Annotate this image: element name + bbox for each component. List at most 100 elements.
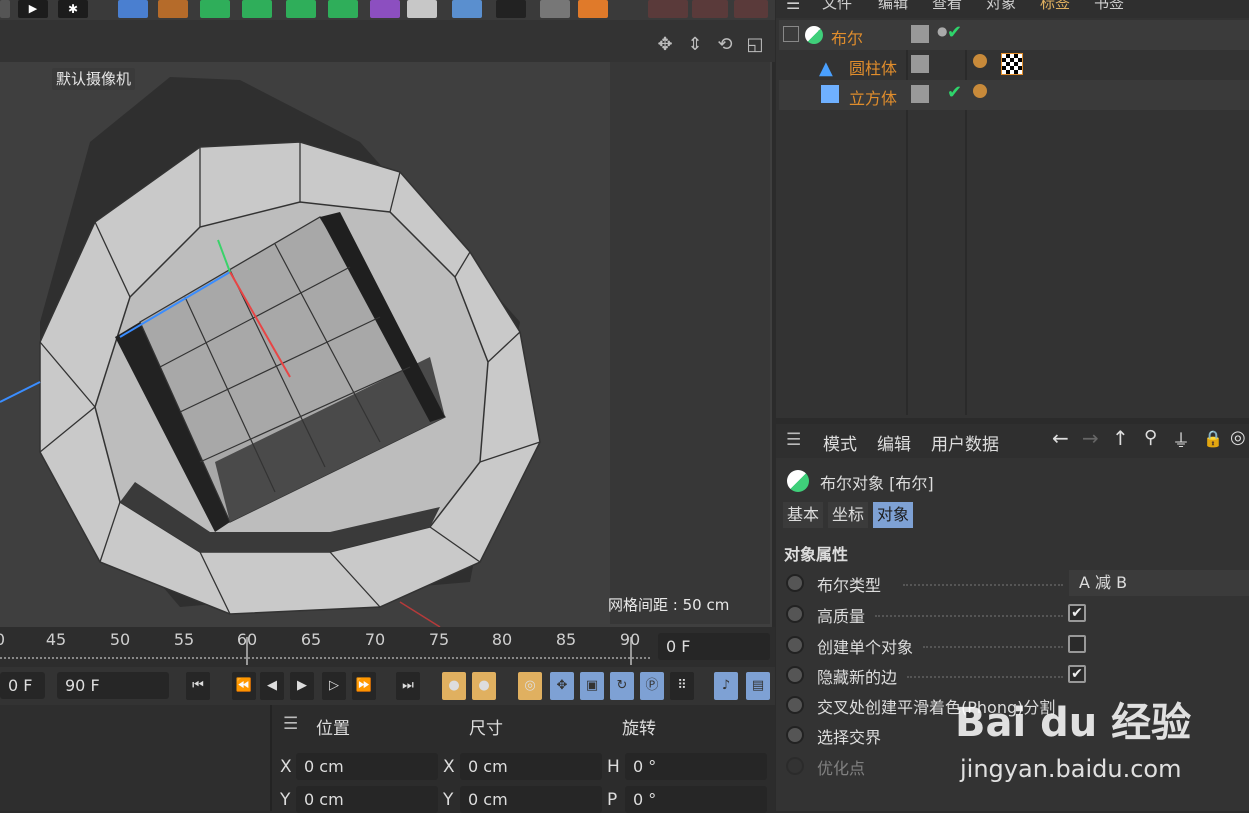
up-arrow-icon[interactable]: ↑ [1112, 426, 1129, 450]
end-frame-field[interactable]: 90 F [57, 672, 169, 699]
menu-icon[interactable]: ☰ [786, 0, 800, 13]
prev-key-icon[interactable]: ⏪ [232, 672, 256, 700]
cube-icon[interactable] [118, 0, 148, 18]
tab-object[interactable]: 对象 [873, 502, 914, 528]
collapse-icon[interactable] [783, 26, 799, 42]
toolbar-button[interactable] [0, 0, 10, 18]
goto-start-icon[interactable]: ⏮ [186, 672, 210, 700]
filter-icon[interactable]: ⏚ [1172, 427, 1190, 453]
create-single-checkbox[interactable] [1068, 635, 1086, 653]
key-param-icon[interactable]: Ⓟ [640, 672, 664, 700]
object-name-boole[interactable]: 布尔 [831, 25, 863, 49]
timeline-tick: 0 [0, 630, 20, 649]
current-frame-field[interactable]: 0 F [658, 633, 770, 660]
object-row-cylinder[interactable]: ▲ 圆柱体 [779, 50, 1249, 80]
start-frame-field[interactable]: 0 F [0, 672, 45, 699]
object-name-cylinder[interactable]: 圆柱体 [849, 55, 897, 79]
autokey-icon[interactable]: ● [472, 672, 496, 700]
anim-dot-icon[interactable] [786, 666, 804, 684]
floor-icon[interactable] [452, 0, 482, 18]
enabled-check-icon[interactable]: ✔ [947, 22, 962, 43]
key-pla-icon[interactable]: ⠿ [670, 672, 694, 700]
om-menu-file[interactable]: 文件 [822, 0, 852, 13]
material-tag-icon[interactable] [973, 84, 987, 98]
key-position-icon[interactable]: ✥ [550, 672, 574, 700]
back-arrow-icon[interactable]: ← [1052, 426, 1069, 450]
maximize-view-icon[interactable]: ◱ [744, 34, 766, 56]
attr-menu-mode[interactable]: 模式 [823, 430, 857, 455]
lock-icon[interactable]: 🔒 [1203, 429, 1223, 448]
position-header: 位置 [316, 719, 350, 739]
object-row-cube[interactable]: 立方体 ✔ [779, 80, 1249, 110]
rotation-p-field[interactable]: 0 ° [625, 786, 767, 813]
texture-tag-icon[interactable] [1001, 53, 1023, 75]
layer-icon[interactable] [911, 85, 929, 103]
camera-label[interactable]: 默认摄像机 [52, 68, 136, 90]
enabled-check-icon[interactable]: ✔ [947, 82, 962, 103]
om-menu-object[interactable]: 对象 [986, 0, 1016, 13]
goto-end-icon[interactable]: ⏭ [396, 672, 420, 700]
position-x-field[interactable]: 0 cm [296, 753, 438, 780]
om-menu-tag[interactable]: 标签 [1040, 0, 1070, 13]
cloner-icon[interactable] [286, 0, 316, 18]
workplane-icon[interactable] [734, 0, 768, 18]
key-rotation-icon[interactable]: ↻ [610, 672, 634, 700]
array-icon[interactable] [328, 0, 358, 18]
menu-icon[interactable]: ☰ [283, 714, 298, 734]
prop-label: 高质量 [817, 607, 866, 626]
deformer-icon[interactable] [370, 0, 400, 18]
keyframe-selection-icon[interactable]: ◎ [518, 672, 542, 700]
next-key-icon[interactable]: ⏩ [352, 672, 376, 700]
render-icon[interactable]: ▶ [18, 0, 48, 18]
anim-dot-icon[interactable] [786, 726, 804, 744]
anim-dot-icon[interactable] [786, 696, 804, 714]
material-tag-icon[interactable] [973, 54, 987, 68]
om-menu-bookmark[interactable]: 书签 [1094, 0, 1124, 13]
attr-menu-userdata[interactable]: 用户数据 [931, 430, 999, 455]
next-frame-icon[interactable]: ▷ [322, 672, 346, 700]
pen-icon[interactable] [158, 0, 188, 18]
forward-arrow-icon[interactable]: → [1082, 426, 1099, 450]
key-scale-icon[interactable]: ▣ [580, 672, 604, 700]
attr-menu-edit[interactable]: 编辑 [877, 430, 911, 455]
rotation-h-field[interactable]: 0 ° [625, 753, 767, 780]
position-y-field[interactable]: 0 cm [296, 786, 438, 813]
play-icon[interactable]: ▶ [290, 672, 314, 700]
gear-icon[interactable]: ✱ [58, 0, 88, 18]
anim-dot-icon[interactable] [786, 574, 804, 592]
rotate-view-icon[interactable]: ⟲ [714, 34, 736, 56]
om-menu-edit[interactable]: 编辑 [878, 0, 908, 13]
high-quality-checkbox[interactable]: ✔ [1068, 604, 1086, 622]
subdivision-icon[interactable] [200, 0, 230, 18]
zoom-view-icon[interactable]: ⇕ [684, 34, 706, 56]
film-icon[interactable]: ▤ [746, 672, 770, 700]
prev-frame-icon[interactable]: ◀ [260, 672, 284, 700]
object-name-cube[interactable]: 立方体 [849, 85, 897, 109]
tab-coord[interactable]: 坐标 [828, 502, 869, 528]
boole-type-select[interactable]: A 减 B [1069, 570, 1249, 596]
tab-basic[interactable]: 基本 [783, 502, 824, 528]
generator-icon[interactable] [242, 0, 272, 18]
sound-icon[interactable]: ♪ [714, 672, 738, 700]
object-row-boole[interactable]: 布尔 ● ✔ [779, 20, 1249, 50]
size-x-field[interactable]: 0 cm [460, 753, 602, 780]
anim-dot-icon[interactable] [786, 605, 804, 623]
size-y-field[interactable]: 0 cm [460, 786, 602, 813]
hide-edges-checkbox[interactable]: ✔ [1068, 665, 1086, 683]
record-icon[interactable]: ● [442, 672, 466, 700]
camera-icon[interactable] [496, 0, 526, 18]
tool-icon[interactable] [578, 0, 608, 18]
layer-icon[interactable] [911, 55, 929, 73]
anim-dot-icon[interactable] [786, 636, 804, 654]
axis-icon[interactable] [648, 0, 688, 18]
move-view-icon[interactable]: ✥ [654, 34, 676, 56]
search-icon[interactable]: ⚲ [1144, 427, 1157, 448]
target-icon[interactable]: ◎ [1230, 427, 1246, 448]
scene-icon[interactable] [407, 0, 437, 18]
light-icon[interactable] [540, 0, 570, 18]
om-menu-view[interactable]: 查看 [932, 0, 962, 13]
visibility-dots-icon[interactable]: ● [937, 24, 947, 38]
layer-icon[interactable] [911, 25, 929, 43]
menu-icon[interactable]: ☰ [786, 430, 801, 450]
snap-icon[interactable] [692, 0, 728, 18]
